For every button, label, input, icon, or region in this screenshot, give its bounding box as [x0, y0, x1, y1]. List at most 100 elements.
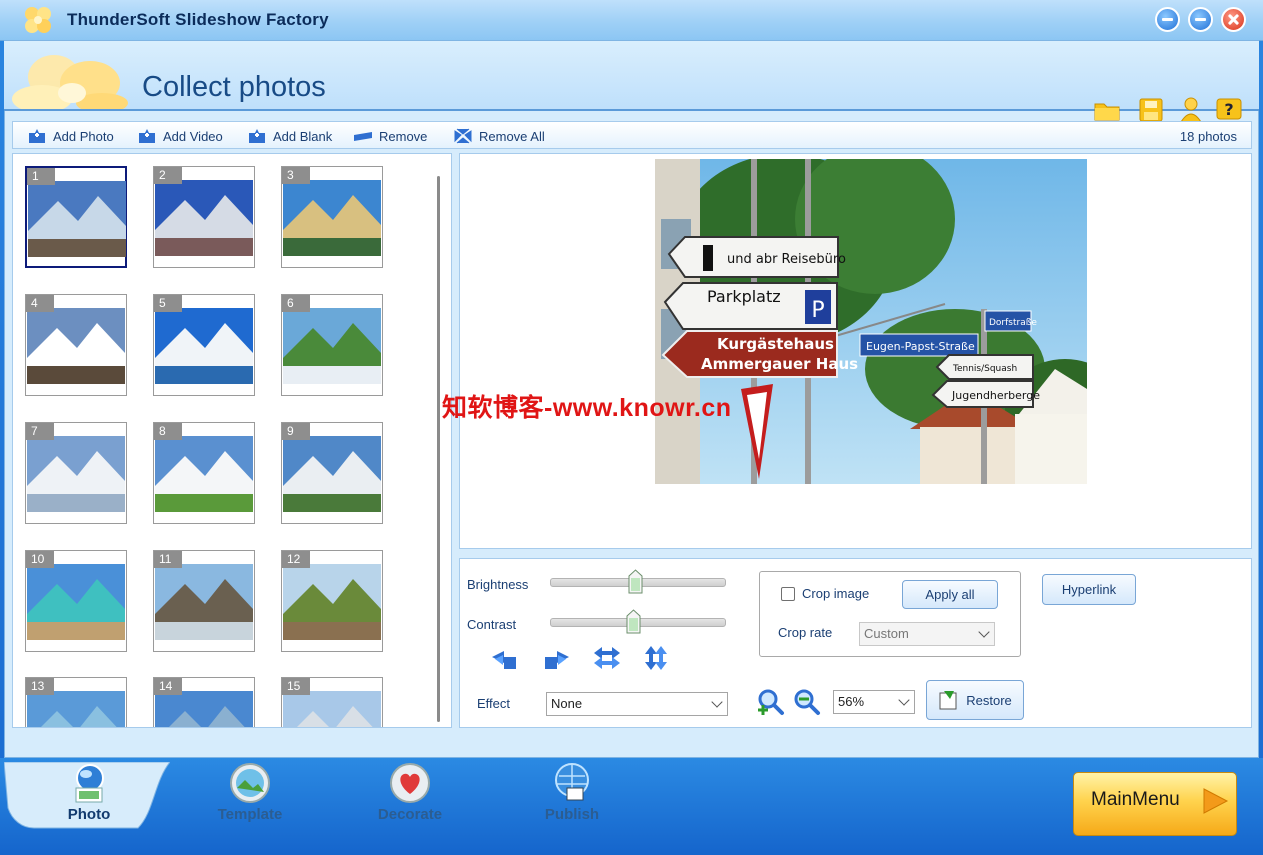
tab-decorate[interactable]: Decorate	[350, 762, 470, 828]
photo-thumbnail[interactable]: 13	[25, 677, 127, 727]
hyperlink-button[interactable]: Hyperlink	[1042, 574, 1136, 605]
restore-image-icon	[939, 691, 957, 710]
remove-icon	[354, 132, 372, 141]
thumbnail-image	[27, 564, 125, 640]
zoom-in-icon[interactable]	[757, 688, 785, 716]
photo-thumbnail[interactable]: 4	[25, 294, 127, 396]
photo-thumbnail[interactable]: 9	[281, 422, 383, 524]
thumbnail-image	[155, 691, 253, 727]
flip-vertical-icon[interactable]	[641, 645, 671, 671]
crop-rate-select[interactable]: Custom	[859, 622, 995, 646]
app-window: ThunderSoft Slideshow Factory Collect ph…	[0, 0, 1263, 855]
remove-all-icon	[454, 128, 472, 144]
sign-kurgaste-line2: Ammergauer Haus	[701, 355, 858, 373]
photo-thumbnail[interactable]: 1	[25, 166, 127, 268]
add-blank-button[interactable]: Add Blank	[247, 126, 332, 146]
thumbnail-list[interactable]: 1 2 3 4 5 6 7 8 9 10 11 12 13 14 15	[12, 153, 452, 728]
thumbnail-image	[155, 436, 253, 512]
thumbnail-number: 2	[154, 167, 182, 184]
title-bar[interactable]: ThunderSoft Slideshow Factory	[0, 0, 1263, 41]
add-photo-label: Add Photo	[53, 128, 114, 144]
add-photo-button[interactable]: Add Photo	[27, 126, 114, 146]
remove-all-button[interactable]: Remove All	[453, 126, 545, 146]
zoom-out-icon[interactable]	[793, 688, 821, 716]
crop-image-checkbox[interactable]	[781, 587, 795, 601]
thumbnail-number: 9	[282, 423, 310, 440]
thumbnail-number: 11	[154, 551, 182, 568]
thumbnail-number: 1	[27, 168, 55, 185]
preview-image[interactable]: und abr Reisebüro Parkplatz P Kurgästeha…	[655, 159, 1087, 484]
minimize-button[interactable]	[1155, 7, 1180, 32]
arrow-right-icon	[1203, 788, 1229, 814]
remove-button[interactable]: Remove	[353, 126, 427, 146]
flip-horizontal-icon[interactable]	[592, 645, 622, 671]
preview-pane: und abr Reisebüro Parkplatz P Kurgästeha…	[459, 153, 1252, 549]
chevron-down-icon	[711, 696, 723, 708]
photo-thumbnail[interactable]: 2	[153, 166, 255, 268]
thumbnail-number: 14	[154, 678, 182, 695]
add-photo-icon	[29, 129, 45, 143]
rotate-left-icon[interactable]	[489, 647, 519, 673]
thumbnail-image	[283, 180, 381, 256]
thumbnail-image	[155, 564, 253, 640]
photo-thumbnail[interactable]: 6	[281, 294, 383, 396]
photo-thumbnail[interactable]: 14	[153, 677, 255, 727]
decorate-tab-icon	[390, 763, 430, 803]
main-menu-label: MainMenu	[1091, 789, 1180, 810]
apply-all-label: Apply all	[925, 587, 975, 602]
hyperlink-label: Hyperlink	[1061, 582, 1117, 597]
photo-tab-icon	[75, 764, 104, 803]
brightness-slider-thumb[interactable]	[628, 569, 643, 594]
sign-tennis-text: Tennis/Squash	[952, 364, 1017, 374]
crop-image-label: Crop image	[802, 586, 870, 601]
zoom-select[interactable]: 56%	[833, 690, 915, 714]
tab-photo-label: Photo	[67, 806, 111, 823]
zoom-value: 56%	[838, 694, 865, 709]
tab-publish[interactable]: Publish	[512, 762, 632, 828]
main-menu-button[interactable]: MainMenu	[1073, 772, 1237, 836]
tab-decorate-label: Decorate	[377, 806, 443, 823]
sign-kurgaste-line1: Kurgästehaus	[717, 335, 834, 353]
publish-tab-icon	[555, 763, 589, 801]
restore-button[interactable]: Restore	[926, 680, 1024, 720]
add-video-label: Add Video	[163, 128, 223, 144]
rotate-right-icon[interactable]	[542, 647, 572, 673]
photo-thumbnail[interactable]: 3	[281, 166, 383, 268]
restore-window-button[interactable]	[1188, 7, 1213, 32]
tab-template[interactable]: Template	[190, 762, 310, 828]
tab-publish-label: Publish	[544, 806, 600, 823]
photo-thumbnail[interactable]: 12	[281, 550, 383, 652]
add-blank-icon	[249, 129, 265, 143]
thumbnail-image	[283, 691, 381, 727]
thumbnail-number: 3	[282, 167, 310, 184]
photo-thumbnail[interactable]: 10	[25, 550, 127, 652]
close-button[interactable]	[1221, 7, 1246, 32]
thumbnail-number: 12	[282, 551, 310, 568]
thumbnail-number: 8	[154, 423, 182, 440]
photo-thumbnail[interactable]: 11	[153, 550, 255, 652]
contrast-slider-thumb[interactable]	[626, 609, 641, 634]
chevron-down-icon	[978, 626, 990, 638]
watermark-text: 知软博客-www.knowr.cn	[442, 394, 732, 422]
photo-thumbnail[interactable]: 15	[281, 677, 383, 727]
svg-text:?: ?	[1224, 100, 1233, 119]
photo-thumbnail[interactable]: 7	[25, 422, 127, 524]
photo-thumbnail[interactable]: 8	[153, 422, 255, 524]
page-header: Collect photos ?	[4, 41, 1259, 123]
tab-photo[interactable]: Photo	[29, 762, 149, 828]
sign-parking-p: P	[811, 298, 824, 323]
crop-rate-label: Crop rate	[778, 625, 833, 640]
add-video-button[interactable]: Add Video	[137, 126, 223, 146]
photo-thumbnail[interactable]: 5	[153, 294, 255, 396]
thumbnail-image	[28, 181, 126, 257]
chevron-down-icon	[898, 694, 910, 706]
effect-select[interactable]: None	[546, 692, 728, 716]
thumbnail-scrollbar[interactable]	[437, 176, 440, 722]
thumbnail-image	[283, 564, 381, 640]
add-video-icon	[139, 129, 155, 143]
photo-count: 18 photos	[1179, 129, 1237, 144]
sign-eugen-text: Eugen-Papst-Straße	[866, 340, 975, 353]
thumbnail-number: 15	[282, 678, 310, 695]
apply-all-button[interactable]: Apply all	[902, 580, 998, 609]
thumbnail-image	[27, 436, 125, 512]
